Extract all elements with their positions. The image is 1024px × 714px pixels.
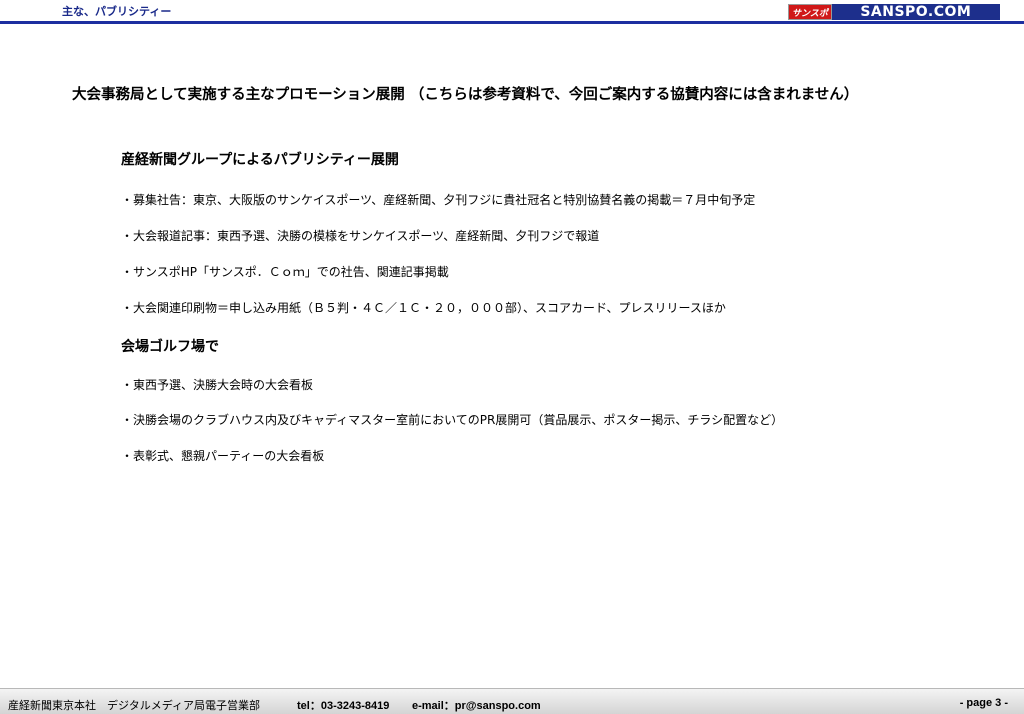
footer-email[interactable]: e-mail：pr@sanspo.com bbox=[412, 697, 541, 713]
sanspo-logo[interactable]: サンスポ SANSPO.COM bbox=[788, 4, 1000, 20]
main-heading: 大会事務局として実施する主なプロモーション展開 （こちらは参考資料で、今回ご案内… bbox=[72, 87, 859, 103]
logo-mark: サンスポ bbox=[788, 4, 832, 20]
list-item: ・サンスポHP「サンスポ．Ｃｏｍ」での社告、関連記事掲載 bbox=[121, 265, 449, 279]
list-item: ・募集社告：東京、大阪版のサンケイスポーツ、産経新聞、夕刊フジに貴社冠名と特別協… bbox=[121, 193, 756, 207]
list-item: ・表彰式、懇親パーティーの大会看板 bbox=[121, 449, 325, 463]
list-item: ・決勝会場のクラブハウス内及びキャディマスター室前においてのPR展開可（賞品展示… bbox=[121, 413, 784, 427]
footer-organization: 産経新聞東京本社 デジタルメディア局電子営業部 bbox=[8, 699, 261, 712]
logo-text: SANSPO.COM bbox=[831, 4, 1000, 20]
header-rule bbox=[0, 21, 1024, 24]
footer-bar: 産経新聞東京本社 デジタルメディア局電子営業部 tel：03-3243-8419… bbox=[0, 688, 1024, 714]
list-item: ・大会関連印刷物＝申し込み用紙（Ｂ５判・４Ｃ／１Ｃ・２０，０００部）、スコアカー… bbox=[121, 301, 726, 315]
section-heading-golf-course: 会場ゴルフ場で bbox=[121, 339, 219, 355]
page-number: - page 3 - bbox=[959, 697, 1008, 709]
footer-telephone: tel：03-3243-8419 bbox=[297, 700, 390, 712]
header-bar: 主な、パブリシティー サンスポ SANSPO.COM bbox=[0, 0, 1024, 24]
list-item: ・大会報道記事：東西予選、決勝の模様をサンケイスポーツ、産経新聞、夕刊フジで報道 bbox=[121, 229, 600, 243]
header-title: 主な、パブリシティー bbox=[62, 5, 172, 18]
list-item: ・東西予選、決勝大会時の大会看板 bbox=[121, 378, 314, 392]
section-heading-publicity: 産経新聞グループによるパブリシティー展開 bbox=[121, 152, 399, 168]
